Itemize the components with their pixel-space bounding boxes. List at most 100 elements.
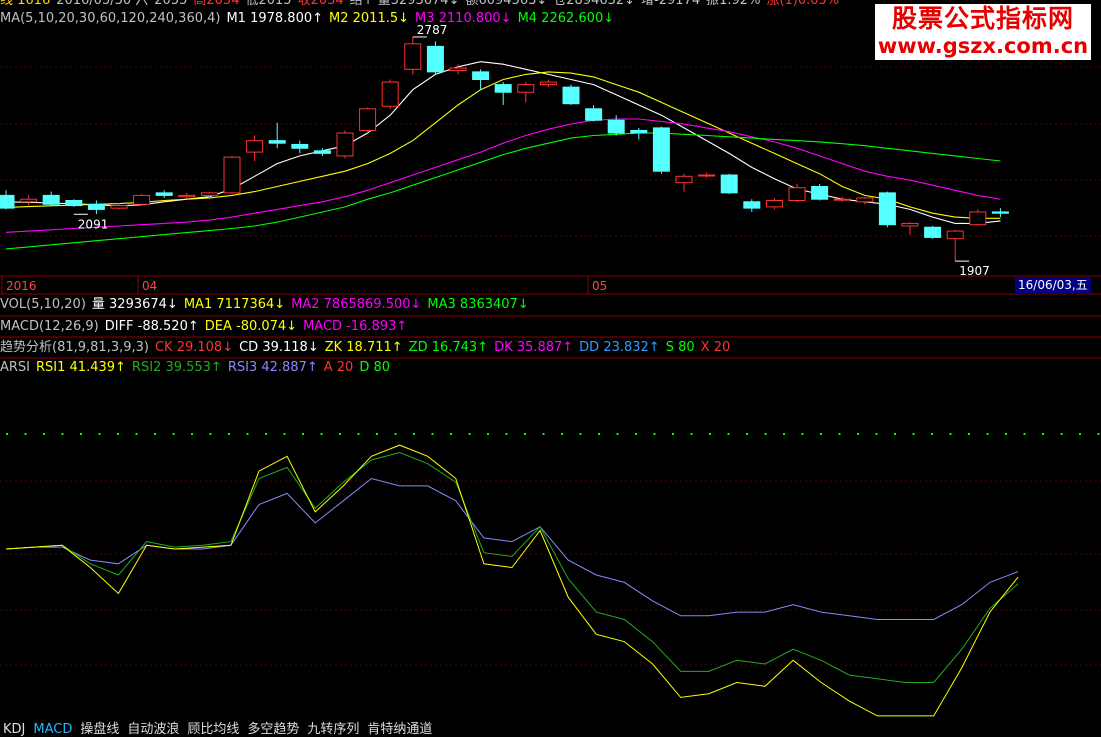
tab-7[interactable]: 肯特纳通道 [364, 722, 435, 737]
trend-legend: 趋势分析(81,9,81,3,9,3) CK 29.108↓ CD 39.118↓ Z… [0, 339, 736, 357]
rsi-hline-dot [764, 433, 767, 435]
macd-field-1: DIFF -88.520↑ [104, 319, 199, 334]
candle-body-41 [924, 226, 942, 238]
rsi-hline-dot [320, 433, 323, 435]
rsi-hline-dot [894, 433, 896, 435]
rsi-hline-dot [117, 433, 119, 435]
rsi-hline-dot [80, 433, 82, 435]
tab-4[interactable]: 顾比均线 [184, 722, 242, 737]
tab-2[interactable]: 操盘线 [77, 722, 122, 737]
rsi-hline-dot [709, 433, 711, 435]
rsi-field-4: A 20 [323, 360, 354, 375]
rsi-hline-dot [450, 433, 452, 435]
candle-body-15 [336, 132, 354, 157]
rsi-hline-dot [949, 433, 952, 435]
rsi-hline-dot [265, 433, 267, 435]
rsi-hline-dot [616, 433, 619, 435]
candle-body-10 [223, 156, 241, 194]
rsi-hline-dot [1060, 433, 1063, 435]
rsi-hline-dot [579, 433, 582, 435]
vol-field-4: MA3 8363407↓ [427, 297, 529, 312]
candle-body-1 [20, 198, 38, 203]
rsi-hline-dot [598, 433, 600, 435]
candle-body-25 [562, 86, 580, 105]
candle-body-7 [155, 192, 173, 196]
rsi-hline-dot [1042, 433, 1044, 435]
candle-body-12 [268, 140, 286, 144]
candle-body-29 [652, 127, 670, 172]
candle-body-37 [833, 198, 851, 201]
rsi-hline-dot [61, 433, 64, 435]
trend-field-8: X 20 [700, 340, 731, 355]
rsi-hline-dot [154, 433, 156, 435]
trend-field-2: CD 39.118↓ [239, 340, 319, 355]
rsi-hline-dot [357, 433, 360, 435]
rsi-hline-dot [783, 433, 785, 435]
rsi-hline-dot [857, 433, 859, 435]
rsi-hline-dot [820, 433, 822, 435]
ma-line-m3 [5, 118, 1001, 233]
tab-6[interactable]: 九转序列 [304, 722, 362, 737]
rsi-hline-dot [1097, 433, 1100, 435]
rsi-hline-dot [1005, 433, 1007, 435]
rsi-hline-dot [487, 433, 489, 435]
date-label-2: 05 [592, 279, 607, 293]
tab-1[interactable]: MACD [30, 722, 75, 737]
rsi-hline-dot [727, 433, 730, 435]
rsi-hline-dot [672, 433, 674, 435]
extreme-label-0: 2787 [417, 23, 448, 37]
rsi-hline-dot [635, 433, 637, 435]
candle-body-43 [969, 211, 987, 226]
rsi-hline-dot [6, 433, 8, 435]
vol-field-3: MA2 7865869.500↓ [291, 297, 422, 312]
candle-body-26 [585, 108, 603, 121]
rsi-hline-dot [302, 433, 304, 435]
rsi-field-0: ARSI [0, 360, 31, 375]
candle-body-20 [449, 67, 467, 72]
rsi-hline-dot [376, 433, 378, 435]
macd-field-3: MACD -16.893↑ [303, 319, 408, 334]
rsi-hline-dot [542, 433, 545, 435]
extreme-label-1: 2091 [78, 217, 109, 231]
vol-legend: VOL(5,10,20) 量 3293674↓ MA1 7117364↓ MA2 78… [0, 296, 535, 314]
candle-body-8 [178, 194, 196, 198]
candle-body-16 [359, 108, 377, 131]
rsi-field-5: D 80 [359, 360, 390, 375]
candle-body-44 [991, 211, 1009, 214]
tab-0[interactable]: KDJ [0, 722, 28, 737]
candle-body-22 [494, 84, 512, 93]
candle-body-39 [878, 192, 896, 226]
rsi-field-3: RSI3 42.887↑ [227, 360, 318, 375]
candle-body-18 [404, 43, 422, 70]
macd-field-0: MACD(12,26,9) [0, 319, 99, 334]
rsi-hline-dot [172, 433, 175, 435]
rsi-hline-dot [838, 433, 841, 435]
candle-body-42 [946, 230, 964, 240]
candle-body-23 [517, 84, 535, 93]
candle-body-21 [472, 71, 490, 80]
date-label-0: 2016 [6, 279, 37, 293]
rsi-hline-dot [690, 433, 693, 435]
candle-body-3 [65, 199, 83, 207]
candle-body-34 [765, 199, 783, 208]
tab-5[interactable]: 多空趋势 [244, 722, 302, 737]
rsi-line-rsi1 [5, 444, 1019, 717]
candle-body-27 [607, 119, 625, 134]
candle-body-9 [200, 192, 218, 196]
candles-group [0, 36, 1009, 262]
candle-body-28 [630, 129, 648, 134]
candle-body-24 [539, 81, 557, 86]
rsi-hline-dot [431, 433, 434, 435]
vol-field-1: 量 3293674↓ [91, 297, 178, 312]
rsi-hline-dot [912, 433, 915, 435]
trend-field-7: S 80 [665, 340, 695, 355]
candle-body-19 [426, 45, 444, 73]
tab-3[interactable]: 自动波浪 [124, 722, 182, 737]
rsi-hline-80 [6, 433, 1100, 435]
rsi-hline-dot [524, 433, 526, 435]
rsi-hline-dot [283, 433, 286, 435]
candle-body-0 [0, 194, 15, 209]
rsi-hline-dot [875, 433, 878, 435]
rsi-line-rsi3 [5, 477, 1019, 620]
rsi-hline-dot [561, 433, 563, 435]
